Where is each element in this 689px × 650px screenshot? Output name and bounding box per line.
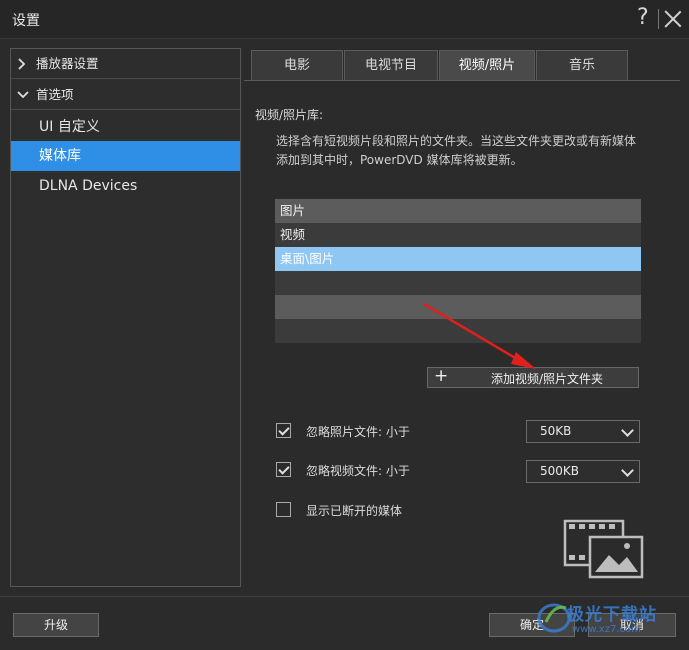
library-description: 选择含有短视频片段和照片的文件夹。当这些文件夹更改或有新媒体添加到其中时，Pow… (276, 134, 637, 167)
watermark-text: 极光下载站 (567, 605, 657, 625)
upgrade-button[interactable]: 升级 (13, 613, 99, 637)
sidebar-group-preferences[interactable]: 首选项 (11, 80, 240, 110)
tab-video-photo[interactable]: 视频/照片 (439, 50, 535, 80)
tab-movies[interactable]: 电影 (251, 50, 343, 80)
show-disconnected-label: 显示已断开的媒体 (306, 504, 403, 518)
tab-tv-shows[interactable]: 电视节目 (344, 50, 438, 80)
photo-size-select[interactable]: 50KB (526, 420, 640, 443)
video-size-value: 500KB (540, 464, 580, 478)
sidebar-item-dlna-devices[interactable]: DLNA Devices (11, 171, 240, 201)
folder-row-empty (275, 271, 641, 295)
show-disconnected-checkbox[interactable] (276, 502, 291, 517)
photo-video-icon (563, 519, 644, 579)
library-section-label: 视频/照片库: (255, 108, 324, 122)
chevron-down-icon (621, 464, 634, 477)
folder-row-selected[interactable]: 桌面\图片 (275, 247, 641, 271)
sidebar-group-label: 首选项 (36, 87, 74, 102)
ignore-video-label: 忽略视频文件: 小于 (306, 464, 410, 478)
sidebar-item-ui-customize[interactable]: UI 自定义 (11, 112, 240, 142)
tab-music[interactable]: 音乐 (536, 50, 628, 80)
settings-sidebar: 播放器设置 首选项 UI 自定义 媒体库 DLNA Devices (10, 48, 241, 587)
close-icon[interactable] (662, 8, 684, 30)
ignore-video-checkbox[interactable] (276, 462, 291, 477)
footer-divider (0, 596, 689, 597)
ignore-photo-checkbox[interactable] (276, 423, 291, 438)
folder-row-empty (275, 295, 641, 319)
title-divider (658, 9, 659, 29)
folder-row[interactable]: 图片 (275, 199, 641, 223)
sidebar-group-player-settings[interactable]: 播放器设置 (11, 49, 240, 79)
photo-size-value: 50KB (540, 424, 572, 438)
help-icon[interactable]: ? (637, 5, 649, 31)
ignore-photo-label: 忽略照片文件: 小于 (306, 425, 410, 439)
add-folder-label: 添加视频/照片文件夹 (490, 372, 604, 386)
folder-row[interactable]: 视频 (275, 223, 641, 247)
sidebar-group-label: 播放器设置 (36, 56, 99, 71)
sidebar-item-media-library[interactable]: 媒体库 (11, 141, 240, 171)
folder-list[interactable]: 图片 视频 桌面\图片 (275, 199, 641, 343)
title-bar: 设置 ? (0, 0, 689, 39)
video-size-select[interactable]: 500KB (526, 460, 640, 483)
add-folder-button[interactable]: + 添加视频/照片文件夹 (427, 366, 639, 388)
window-title: 设置 (12, 13, 40, 29)
watermark-url: www.xz7.com (572, 624, 641, 635)
folder-row-empty (275, 319, 641, 343)
chevron-down-icon (621, 424, 634, 437)
tab-underline (244, 80, 680, 81)
